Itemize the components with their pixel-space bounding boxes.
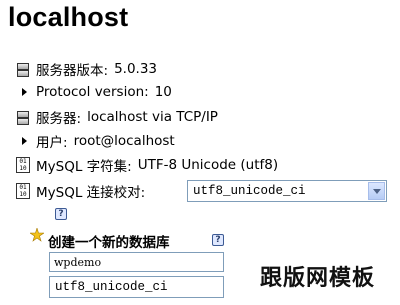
collation-row: 01 10 MySQL 连接校对: [16, 181, 145, 201]
new-database-icon [30, 228, 44, 242]
server-version-value: 5.0.33 [114, 61, 158, 77]
server-version-row: 服务器版本: 5.0.33 [16, 59, 157, 79]
collation-selected: utf8_unicode_ci [193, 184, 306, 198]
server-version-label: 服务器版本: [36, 63, 109, 79]
user-row: 用户: root@localhost [16, 131, 175, 151]
create-database-title: 创建一个新的数据库 [48, 231, 170, 251]
server-label: 服务器: [36, 111, 82, 127]
create-database-label: 创建一个新的数据库 [48, 235, 170, 251]
database-collation-select[interactable]: utf8_unicode_ci [49, 276, 224, 298]
charset-label: MySQL 字符集: [36, 159, 132, 175]
user-value: root@localhost [73, 133, 175, 149]
charset-row: 01 10 MySQL 字符集: UTF-8 Unicode (utf8) [16, 155, 278, 175]
server-icon [16, 109, 30, 125]
chevron-down-icon[interactable] [368, 182, 385, 200]
user-label: 用户: [36, 135, 68, 151]
charset-value: UTF-8 Unicode (utf8) [137, 157, 279, 173]
protocol-label: Protocol version: [36, 84, 149, 100]
protocol-row: Protocol version: 10 [16, 82, 172, 102]
arrow-right-icon [20, 133, 30, 149]
help-icon[interactable]: ? [55, 208, 67, 220]
server-value: localhost via TCP/IP [87, 109, 218, 125]
collation-label: MySQL 连接校对: [36, 185, 146, 201]
page-title: localhost [8, 2, 129, 32]
collation-select[interactable]: utf8_unicode_ci [187, 180, 387, 202]
watermark-text: 跟版网模板 [260, 266, 376, 291]
server-row: 服务器: localhost via TCP/IP [16, 107, 218, 127]
server-icon [16, 61, 30, 77]
database-name-input[interactable]: wpdemo [49, 252, 224, 272]
protocol-value: 10 [154, 84, 172, 100]
help-icon[interactable]: ? [212, 234, 224, 246]
binary-icon: 01 10 [16, 157, 30, 173]
arrow-right-icon [20, 84, 30, 100]
binary-icon: 01 10 [16, 183, 30, 199]
